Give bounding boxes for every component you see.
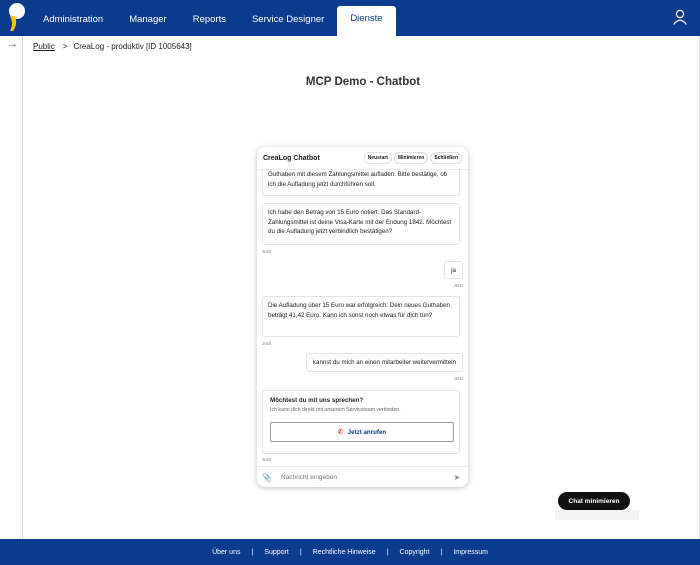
chat-widget: CreaLog Chatbot Neustart Minimieren Schl… [257,147,468,487]
page-title: MCP Demo - Chatbot [305,76,421,88]
company-logo[interactable] [6,2,28,32]
left-rail: → [0,36,23,539]
minimize-button[interactable]: Minimieren [393,152,429,164]
footer-separator: | [440,548,443,556]
phone-icon: ✆ [337,429,344,436]
user-message: ja [444,261,463,279]
user-profile-icon[interactable] [672,9,688,25]
message-timestamp: Jetzt [262,341,272,346]
footer: Über uns | Support | Rechtliche Hinweise… [0,539,700,565]
chat-header: CreaLog Chatbot Neustart Minimieren Schl… [257,147,468,170]
breadcrumb: Public > CreaLog - produktiv [ID 1005643] [33,42,192,51]
top-navigation-bar: Administration Manager Reports Service D… [0,0,700,36]
footer-separator: | [299,548,302,556]
nav-item-administration[interactable]: Administration [30,0,116,36]
nav-item-manager[interactable]: Manager [116,0,180,36]
user-message: kannst du mich an einen mitarbeiter weit… [305,353,463,372]
message-timestamp: Jetzt [262,249,272,254]
call-card-title: Möchtest du mit uns sprechen? [270,397,364,404]
nav-item-reports[interactable]: Reports [180,0,239,36]
call-now-button[interactable]: ✆ Jetzt anrufen [270,422,454,442]
breadcrumb-current: CreaLog - produktiv [ID 1005643] [73,42,192,51]
footer-link-about[interactable]: Über uns [212,549,240,556]
footer-link-legal[interactable]: Rechtliche Hinweise [313,549,376,556]
footer-link-copyright[interactable]: Copyright [400,549,430,556]
nav-item-dienste[interactable]: Dienste [337,6,396,36]
send-icon[interactable]: ➤ [446,473,468,482]
call-card-text: Ich kann dich direkt mit unserem Service… [270,407,401,413]
restart-button[interactable]: Neustart [363,152,392,164]
message-timestamp: Jetzt [262,457,272,462]
call-offer-card: Möchtest du mit uns sprechen? Ich kann d… [262,390,460,454]
footer-link-support[interactable]: Support [264,549,289,556]
expand-arrow-icon[interactable]: → [7,38,18,50]
footer-separator: | [251,548,254,556]
main-nav: Administration Manager Reports Service D… [30,0,396,36]
breadcrumb-public-link[interactable]: Public [33,42,55,51]
attachment-icon[interactable]: 📎 [257,473,277,482]
message-timestamp: Jetzt [453,283,463,288]
chat-messages[interactable]: Guthaben mit diesem Zahlungsmittel aufla… [257,170,468,466]
nav-item-service-designer[interactable]: Service Designer [239,0,337,36]
breadcrumb-separator: > [62,42,68,51]
message-input[interactable] [277,473,446,481]
chat-input-row: 📎 ➤ [257,466,468,487]
bot-message: Guthaben mit diesem Zahlungsmittel aufla… [262,170,460,196]
minimize-pill-shadow [555,510,639,520]
footer-link-imprint[interactable]: Impressum [453,549,488,556]
bot-message: Ich habe den Betrag von 15 Euro notiert.… [262,203,460,245]
call-now-label: Jetzt anrufen [347,428,387,436]
chat-minimize-pill[interactable]: Chat minimieren [558,492,630,510]
message-timestamp: Jetzt [453,376,463,381]
chat-title: CreaLog Chatbot [263,154,320,162]
close-button[interactable]: Schließen [430,152,462,164]
footer-separator: | [386,548,389,556]
bot-message: Die Aufladung über 15 Euro war erfolgrei… [262,296,460,337]
